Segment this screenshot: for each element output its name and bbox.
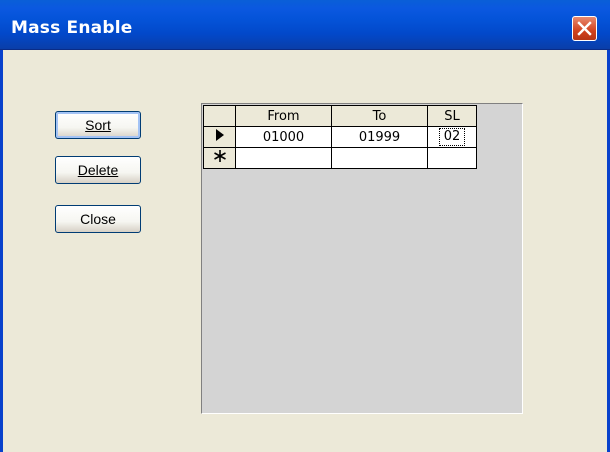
cell-to[interactable]: 01999 — [331, 126, 428, 148]
header-row: From To SL — [203, 105, 477, 127]
mass-enable-window: Mass Enable Sort Delete Close From To SL — [0, 0, 610, 452]
close-button-label: Close — [80, 211, 116, 227]
title-bar: Mass Enable — [0, 0, 610, 50]
current-row-arrow-icon — [215, 129, 224, 141]
new-cell-from[interactable] — [235, 147, 332, 169]
new-row-selector[interactable] — [203, 147, 236, 169]
delete-button-label: Delete — [77, 162, 119, 178]
cell-from[interactable]: 01000 — [235, 126, 332, 148]
close-window-button[interactable] — [572, 16, 597, 41]
sort-button[interactable]: Sort — [55, 111, 141, 139]
close-button[interactable]: Close — [55, 205, 141, 233]
new-row-asterisk-icon — [213, 150, 226, 162]
delete-button[interactable]: Delete — [55, 156, 141, 184]
close-icon — [577, 21, 592, 36]
column-header-sl[interactable]: SL — [427, 105, 477, 127]
cell-sl[interactable]: 02 — [427, 126, 477, 148]
column-header-from[interactable]: From — [235, 105, 332, 127]
new-cell-sl[interactable] — [427, 147, 477, 169]
row-selector[interactable] — [203, 126, 236, 148]
range-table: From To SL 01000 01999 02 — [203, 105, 477, 169]
column-header-to[interactable]: To — [331, 105, 428, 127]
cell-sl-value: 02 — [438, 128, 466, 146]
window-title: Mass Enable — [11, 18, 133, 38]
new-cell-to[interactable] — [331, 147, 428, 169]
new-row[interactable] — [203, 147, 477, 169]
sort-button-label: Sort — [85, 117, 111, 133]
table-row[interactable]: 01000 01999 02 — [203, 126, 477, 148]
range-grid[interactable]: From To SL 01000 01999 02 — [201, 103, 523, 414]
row-header-corner — [203, 105, 236, 127]
